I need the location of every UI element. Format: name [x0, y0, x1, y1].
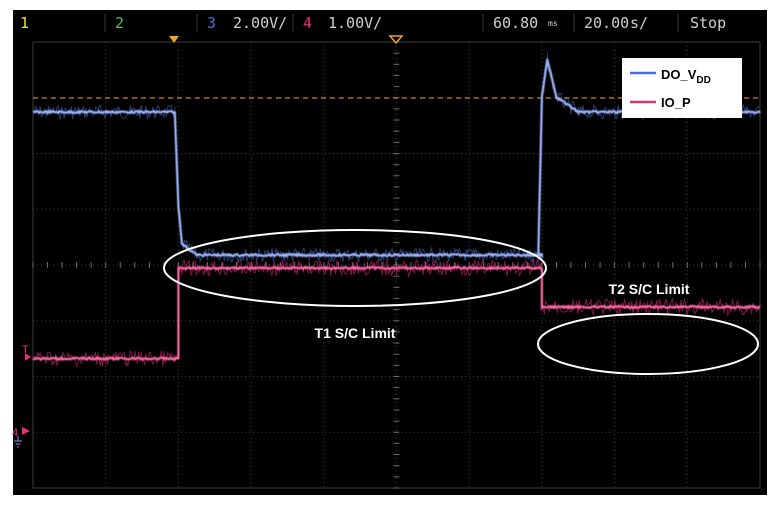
run-state[interactable]: Stop	[690, 14, 726, 32]
ch4-scale: 1.00V/	[328, 14, 382, 32]
ch3-scale: 2.00V/	[233, 14, 287, 32]
legend-label-do-vdd-sub: DD	[696, 75, 710, 86]
ch1-indicator[interactable]: 1	[20, 14, 29, 32]
ch4-ground-label: 4	[12, 427, 18, 439]
time-offset-unit: ms	[548, 19, 558, 28]
legend-label-do-vdd-main: DO_V	[661, 67, 697, 82]
time-scale: 20.00	[584, 14, 629, 32]
oscilloscope-screen: 1 2 3 2.00V/ 4 1.00V/ 60.80 ms 20.00 s/ …	[12, 10, 767, 495]
legend-label-io-p: IO_P	[661, 95, 691, 110]
time-scale-unit: s/	[630, 14, 648, 32]
ch2-indicator[interactable]: 2	[115, 14, 124, 32]
ch3-indicator[interactable]: 3	[207, 14, 216, 32]
ch4-indicator[interactable]: 4	[303, 14, 312, 32]
t2-limit-label: T2 S/C Limit	[609, 281, 690, 297]
time-offset: 60.80	[493, 14, 538, 32]
legend: DO_VDD IO_P	[622, 58, 742, 118]
t1-limit-label: T1 S/C Limit	[315, 325, 396, 341]
